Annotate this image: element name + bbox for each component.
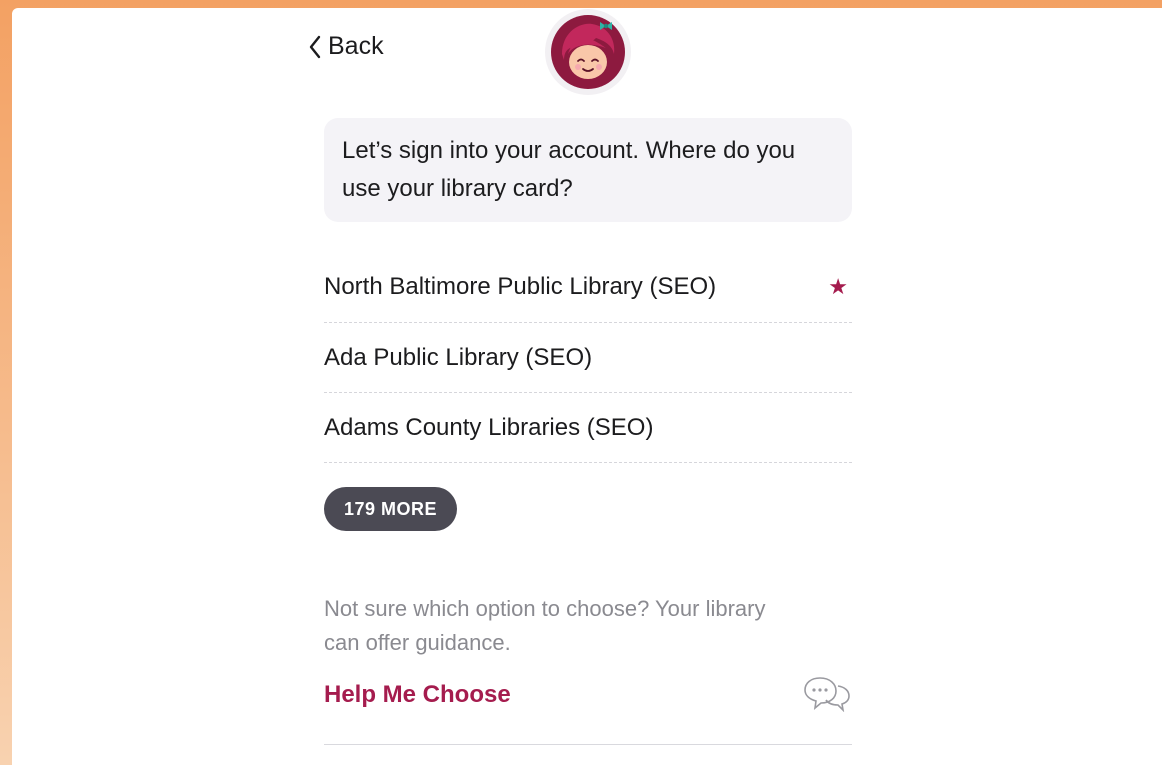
help-me-choose-link[interactable]: Help Me Choose [324, 681, 511, 709]
chevron-left-icon [308, 35, 322, 59]
back-label: Back [328, 32, 384, 60]
sign-in-prompt: Let’s sign into your account. Where do y… [324, 118, 852, 222]
libby-logo-icon [545, 9, 631, 95]
list-item[interactable]: Ada Public Library (SEO) [324, 323, 852, 393]
divider [324, 744, 852, 745]
chat-bubbles-icon [802, 670, 852, 712]
library-list: North Baltimore Public Library (SEO) ★ A… [324, 252, 852, 463]
list-item[interactable]: Adams County Libraries (SEO) [324, 393, 852, 463]
star-icon: ★ [828, 274, 848, 299]
back-button[interactable]: Back [308, 32, 384, 61]
guidance-text: Not sure which option to choose? Your li… [324, 596, 766, 655]
list-item[interactable]: North Baltimore Public Library (SEO) ★ [324, 252, 852, 323]
more-libraries-button[interactable]: 179 MORE [324, 487, 458, 531]
library-name: North Baltimore Public Library (SEO) [324, 273, 717, 300]
library-name: Adams County Libraries (SEO) [324, 413, 654, 441]
library-name: Ada Public Library (SEO) [324, 343, 593, 371]
app-screen: Back Let’s sign into your account. Where… [12, 8, 1162, 765]
